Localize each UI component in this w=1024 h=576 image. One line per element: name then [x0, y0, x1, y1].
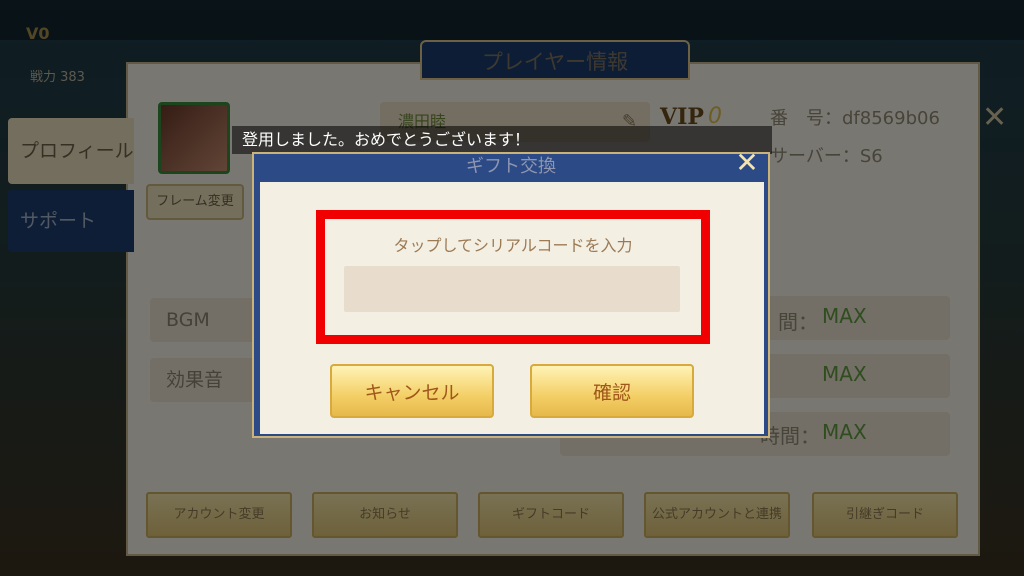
dialog-title: ギフト交換	[466, 156, 556, 177]
serial-code-input[interactable]	[344, 266, 680, 312]
confirm-button[interactable]: 確認	[530, 364, 694, 418]
dialog-header: ギフト交換 ✕	[254, 148, 768, 180]
cancel-button[interactable]: キャンセル	[330, 364, 494, 418]
toast-message: 登用しました。おめでとうございます！	[232, 126, 772, 154]
serial-code-label[interactable]: タップしてシリアルコードを入力	[316, 232, 710, 256]
close-icon[interactable]: ✕	[732, 148, 762, 178]
